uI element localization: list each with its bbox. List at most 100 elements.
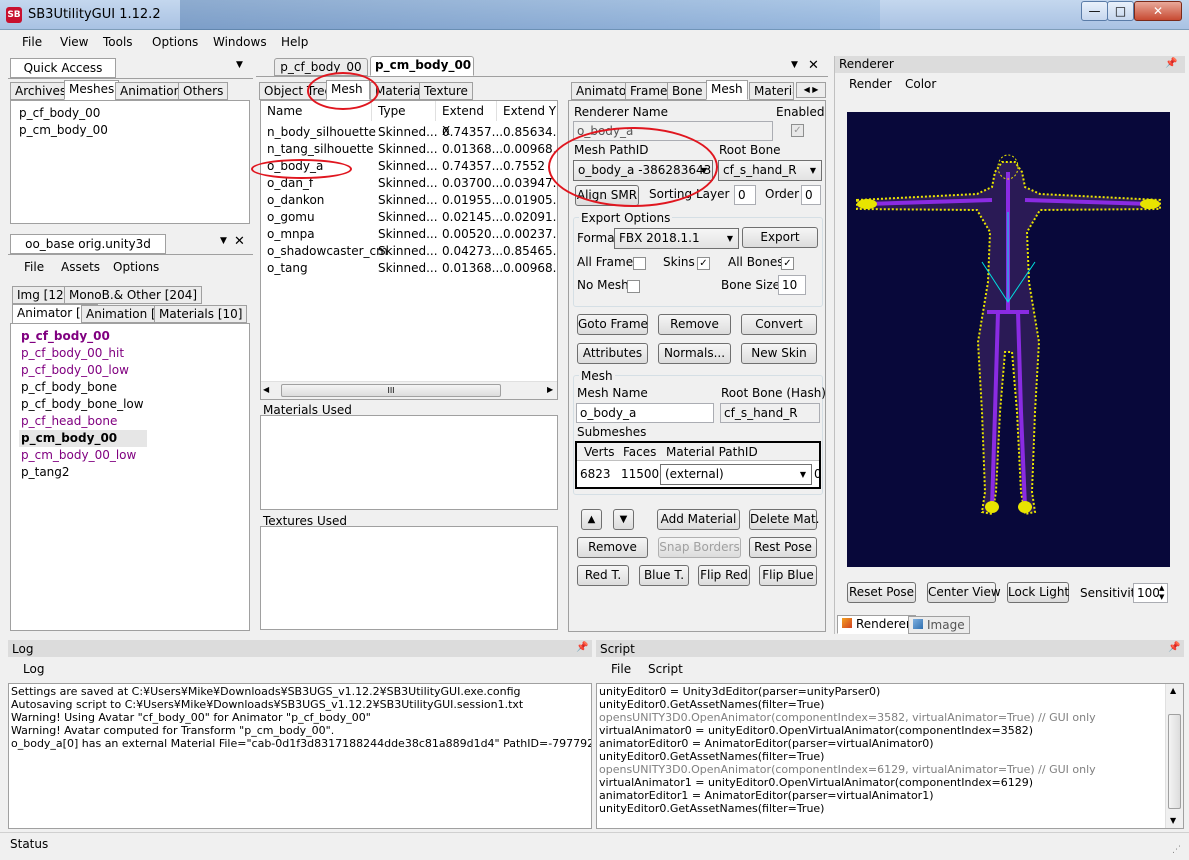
material-pathid-dropdown[interactable]: (external) ▼ (660, 464, 812, 485)
root-bone-hash-field[interactable]: cf_s_hand_R (720, 403, 820, 423)
close-icon[interactable]: ✕ (808, 58, 819, 73)
remove-button[interactable]: Remove (658, 314, 731, 335)
list-item-selected[interactable]: p_cm_body_00 (19, 430, 147, 447)
scroll-down-icon[interactable]: ▼ (1170, 816, 1176, 825)
quick-access-tab[interactable]: Quick Access (10, 58, 116, 78)
list-item[interactable]: p_cf_head_bone (21, 413, 239, 430)
unity-file-tab[interactable]: oo_base orig.unity3d (10, 234, 166, 254)
tab-monob-other[interactable]: MonoB.& Other [204] (64, 286, 203, 304)
menu-help[interactable]: Help (281, 35, 308, 49)
script-menu-script[interactable]: Script (648, 662, 683, 676)
column-header-material-pathid[interactable]: Material PathID (666, 445, 758, 459)
list-item[interactable]: p_cf_body_bone_low (21, 396, 239, 413)
delete-material-button[interactable]: Delete Mat. (749, 509, 819, 530)
root-bone-dropdown[interactable]: cf_s_hand_R ▼ (718, 160, 822, 181)
tab-meshes[interactable]: Meshes (64, 80, 120, 100)
tab-materials[interactable]: Materials [10] (154, 305, 248, 323)
enabled-checkbox[interactable]: ✓ (791, 124, 804, 137)
list-item[interactable]: p_cf_body_bone (21, 379, 239, 396)
mesh-row[interactable]: o_mnpa Skinned... 0.00520... 0.00237... (261, 225, 557, 242)
spinner-arrows-icon[interactable]: ▲ ▼ (1159, 584, 1164, 602)
blue-t-button[interactable]: Blue T. (639, 565, 689, 586)
resize-grip-icon[interactable]: ⋰ (1172, 845, 1181, 855)
mesh-row[interactable]: o_tang Skinned... 0.01368... 0.00968... (261, 259, 557, 276)
column-header-faces[interactable]: Faces (623, 445, 656, 459)
scroll-up-icon[interactable]: ▲ (1170, 686, 1176, 695)
no-mesh-checkbox[interactable] (627, 280, 640, 293)
mesh-row[interactable]: o_dankon Skinned... 0.01955... 0.01905... (261, 191, 557, 208)
unity-menu-options[interactable]: Options (113, 260, 159, 274)
skins-checkbox[interactable]: ✓ (697, 257, 710, 270)
dropdown-arrow-icon[interactable]: ▼ (236, 60, 243, 70)
reset-pose-button[interactable]: Reset Pose (847, 582, 916, 603)
mesh-row[interactable]: o_gomu Skinned... 0.02145... 0.02091... (261, 208, 557, 225)
tab-scroll-arrows[interactable]: ◀ ▶ (796, 82, 826, 98)
center-view-button[interactable]: Center View (927, 582, 1001, 603)
dropdown-arrow-icon[interactable]: ▼ (220, 236, 227, 246)
tab-texture[interactable]: Texture (419, 82, 473, 100)
add-material-button[interactable]: Add Material (657, 509, 740, 530)
list-item[interactable]: p_cf_body_00 (19, 105, 241, 122)
vertical-scrollbar[interactable]: ▲ ▼ (1165, 684, 1183, 828)
move-down-button[interactable]: ▼ (613, 509, 634, 530)
column-header-verts[interactable]: Verts (584, 445, 615, 459)
list-item[interactable]: p_tang2 (21, 464, 239, 481)
normals-button[interactable]: Normals... (658, 343, 731, 364)
tab-prop-material[interactable]: Material (749, 82, 794, 100)
mesh-name-field[interactable]: o_body_a (576, 403, 714, 423)
close-button[interactable]: ✕ (1134, 1, 1182, 21)
red-t-button[interactable]: Red T. (577, 565, 629, 586)
scroll-thumb[interactable]: III (281, 384, 501, 397)
mesh-row[interactable]: n_tang_silhouette Skinned... 0.01368... 0.0… (261, 140, 557, 157)
tab-prop-frame[interactable]: Frame (625, 82, 673, 100)
minimize-button[interactable]: — (1081, 1, 1108, 21)
pin-icon[interactable]: 📌 (1165, 58, 1177, 69)
snap-borders-button[interactable]: Snap Borders (658, 537, 741, 558)
rest-pose-button[interactable]: Rest Pose (749, 537, 817, 558)
tab-p-cm-body-00[interactable]: p_cm_body_00 (370, 56, 474, 76)
renderer-tab-image[interactable]: Image (908, 616, 970, 634)
tab-others[interactable]: Others (178, 82, 229, 100)
list-item[interactable]: p_cm_body_00 (19, 122, 241, 139)
menu-options[interactable]: Options (152, 35, 198, 49)
log-menu[interactable]: Log (23, 662, 44, 676)
move-up-button[interactable]: ▲ (581, 509, 602, 530)
format-dropdown[interactable]: FBX 2018.1.1 ▼ (614, 228, 739, 249)
export-button[interactable]: Export (742, 227, 818, 248)
sorting-layer-field[interactable]: 0 (734, 185, 756, 205)
new-skin-button[interactable]: New Skin (741, 343, 817, 364)
menu-windows[interactable]: Windows (213, 35, 267, 49)
mesh-row[interactable]: o_shadowcaster_cm Skinned... 0.04273... 0.8… (261, 242, 557, 259)
mesh-row[interactable]: n_body_silhouette Skinned... 0.74357... 0.8… (261, 123, 557, 140)
all-bones-checkbox[interactable]: ✓ (781, 257, 794, 270)
order-field[interactable]: 0 (801, 185, 821, 205)
tab-archives[interactable]: Archives (10, 82, 72, 100)
dropdown-arrow-icon[interactable]: ▼ (791, 60, 798, 70)
flip-blue-button[interactable]: Flip Blue (759, 565, 817, 586)
scroll-right-icon[interactable]: ▶ (547, 385, 553, 394)
goto-frame-button[interactable]: Goto Frame (577, 314, 648, 335)
scroll-thumb[interactable] (1168, 714, 1181, 809)
renderer-menu-render[interactable]: Render (849, 77, 892, 91)
renderer-menu-color[interactable]: Color (905, 77, 936, 91)
all-frames-checkbox[interactable] (633, 257, 646, 270)
unity-menu-assets[interactable]: Assets (61, 260, 100, 274)
list-item[interactable]: p_cf_body_00_hit (21, 345, 239, 362)
attributes-button[interactable]: Attributes (577, 343, 648, 364)
tab-prop-mesh[interactable]: Mesh (706, 80, 748, 100)
list-item[interactable]: p_cf_body_00_low (21, 362, 239, 379)
close-icon[interactable]: ✕ (234, 234, 245, 249)
lock-light-button[interactable]: Lock Light (1007, 582, 1069, 603)
renderer-tab-renderer[interactable]: Renderer (837, 615, 916, 634)
3d-viewport[interactable] (847, 112, 1170, 567)
pin-icon[interactable]: 📌 (576, 642, 588, 653)
menu-view[interactable]: View (60, 35, 88, 49)
tab-prop-bone[interactable]: Bone (667, 82, 708, 100)
list-item[interactable]: p_cm_body_00_low (21, 447, 239, 464)
script-menu-file[interactable]: File (611, 662, 631, 676)
horizontal-scrollbar[interactable]: ◀ III ▶ (261, 381, 557, 399)
column-header-extend-y[interactable]: Extend Y (497, 101, 557, 121)
convert-button[interactable]: Convert (741, 314, 817, 335)
pin-icon[interactable]: 📌 (1168, 642, 1180, 653)
scroll-left-icon[interactable]: ◀ (263, 385, 269, 394)
